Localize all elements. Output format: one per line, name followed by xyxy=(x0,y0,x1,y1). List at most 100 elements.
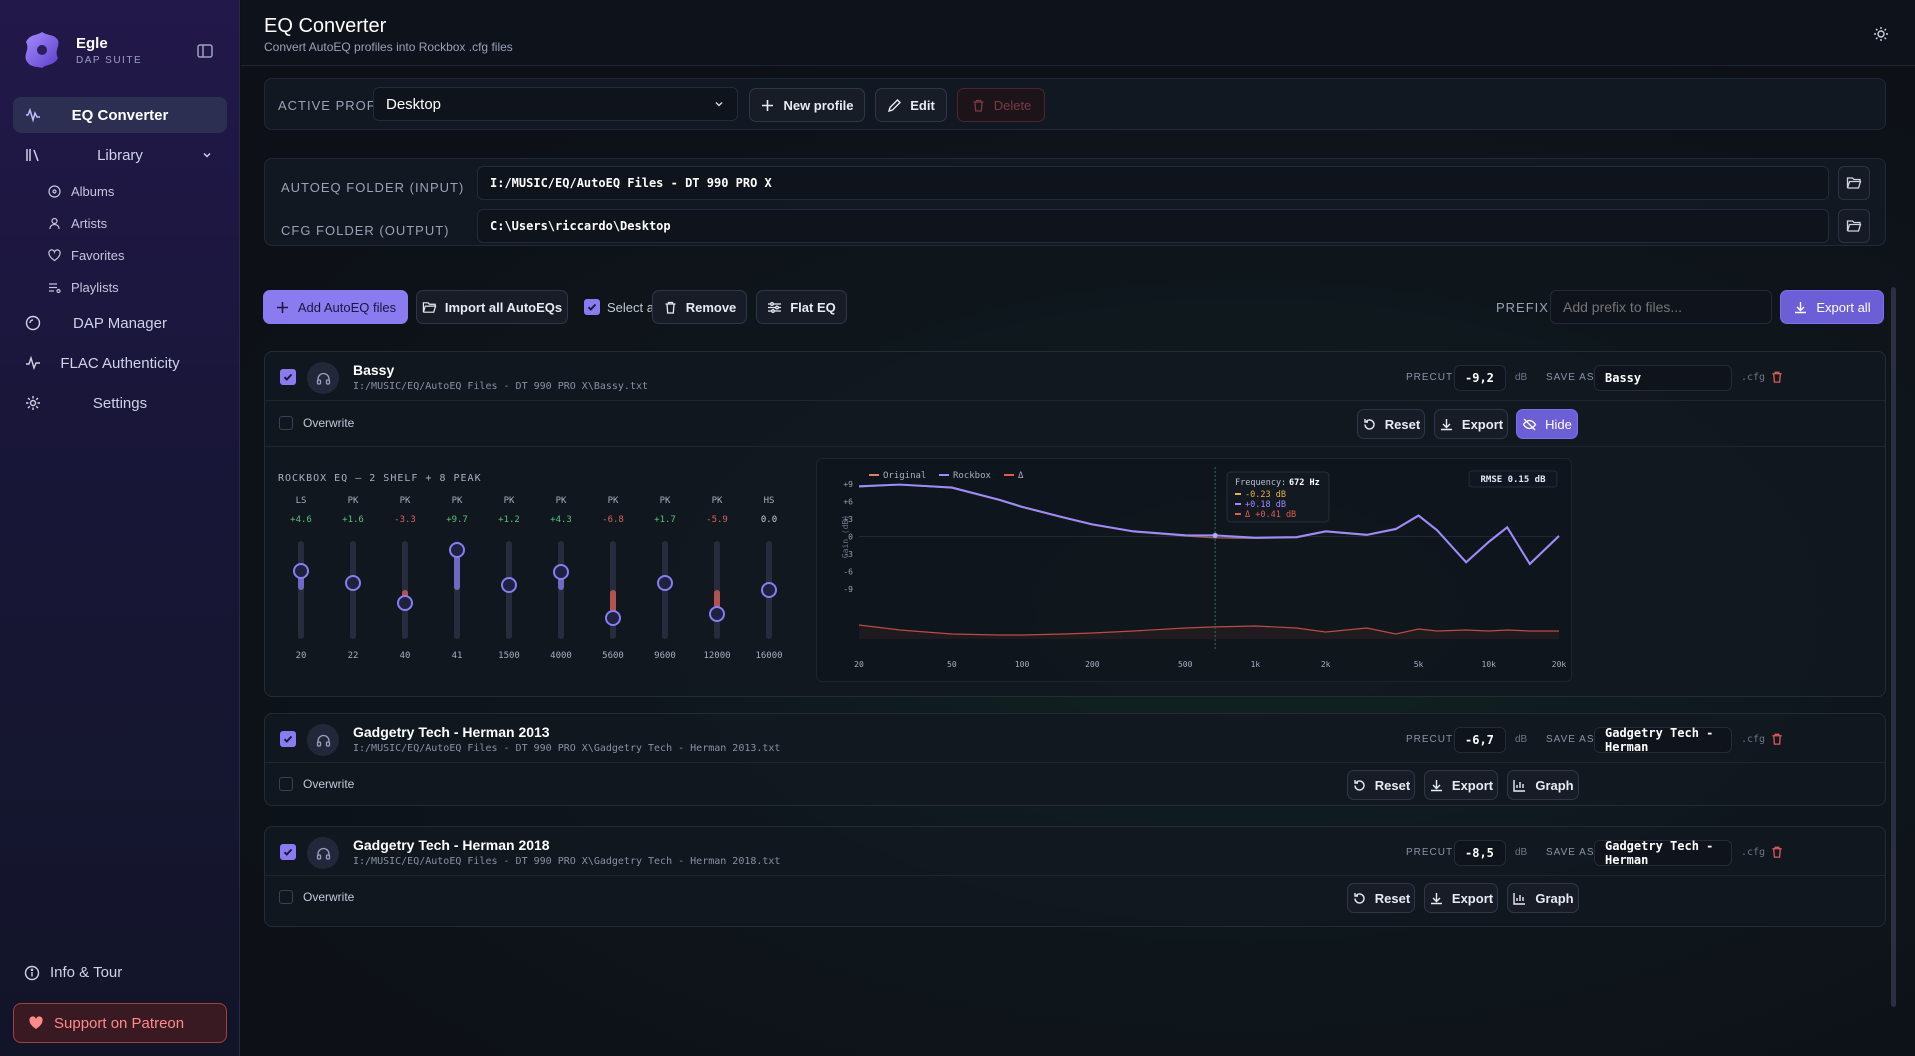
band-frequency: 1500 xyxy=(498,651,520,661)
save-as-field[interactable]: Gadgetry Tech - Herman xyxy=(1594,839,1732,867)
band-slider[interactable] xyxy=(761,541,777,639)
frequency-response-graph[interactable]: +9 +6 +3 0 -3 -6 -9 Gain (dB) 20 50 100 200 500 1k 2k 5… xyxy=(816,458,1572,682)
nav-albums[interactable]: Albums xyxy=(48,179,114,203)
band-knob[interactable] xyxy=(709,606,725,623)
patreon-button[interactable]: Support on Patreon xyxy=(13,1003,227,1043)
nav-settings[interactable]: Settings xyxy=(13,385,227,421)
select-all-checkbox[interactable] xyxy=(584,299,600,315)
theme-toggle-sun-icon[interactable] xyxy=(1873,26,1889,42)
tooltip-frequency: 672 Hz xyxy=(1289,478,1320,488)
browse-input-button[interactable] xyxy=(1838,166,1870,200)
scrollbar-thumb[interactable] xyxy=(1891,287,1896,1007)
band-gain: +1.2 xyxy=(498,515,520,525)
band-slider[interactable] xyxy=(501,541,517,639)
band-knob[interactable] xyxy=(657,575,673,592)
input-folder-field[interactable]: I:/MUSIC/EQ/AutoEQ Files - DT 990 PRO X xyxy=(477,166,1829,200)
graph-button[interactable]: Graph xyxy=(1507,770,1579,800)
band-knob[interactable] xyxy=(345,575,361,592)
band-knob[interactable] xyxy=(293,563,309,580)
reset-button[interactable]: Reset xyxy=(1357,409,1425,439)
band-slider[interactable] xyxy=(709,541,725,639)
edit-profile-button[interactable]: Edit xyxy=(875,88,947,122)
band-slider[interactable] xyxy=(345,541,361,639)
bar-chart-icon xyxy=(1513,892,1526,905)
overwrite-checkbox[interactable] xyxy=(279,777,293,791)
nav-eq-converter[interactable]: EQ Converter xyxy=(13,97,227,133)
overwrite-toggle[interactable]: Overwrite xyxy=(279,416,354,430)
new-profile-button[interactable]: New profile xyxy=(749,88,865,122)
hide-graph-button[interactable]: Hide xyxy=(1516,409,1578,439)
band-knob[interactable] xyxy=(605,609,621,626)
band-gain: -6.8 xyxy=(602,515,624,525)
export-button[interactable]: Export xyxy=(1424,883,1498,913)
delete-profile-button[interactable]: Delete xyxy=(957,88,1045,122)
nav-artists[interactable]: Artists xyxy=(48,211,107,235)
band-knob[interactable] xyxy=(449,542,465,559)
trash-icon[interactable] xyxy=(1770,845,1784,859)
tooltip-value: -0.23 dB xyxy=(1245,490,1286,500)
band-type: PK xyxy=(503,496,515,506)
remove-button[interactable]: Remove xyxy=(652,290,747,324)
flat-eq-button[interactable]: Flat EQ xyxy=(756,290,847,324)
band-knob[interactable] xyxy=(501,577,517,594)
band-slider[interactable] xyxy=(397,541,413,639)
nav-label: Settings xyxy=(92,394,148,412)
band-slider[interactable] xyxy=(553,541,569,639)
band-slider[interactable] xyxy=(605,541,621,639)
overwrite-checkbox[interactable] xyxy=(279,890,293,904)
export-all-button[interactable]: Export all xyxy=(1780,290,1884,324)
save-as-field[interactable]: Gadgetry Tech - Herman xyxy=(1594,726,1732,754)
graph-button[interactable]: Graph xyxy=(1507,883,1579,913)
legend-label: Original xyxy=(883,471,926,481)
add-autoeq-button[interactable]: Add AutoEQ files xyxy=(263,290,408,324)
nav-dap-manager[interactable]: DAP Manager xyxy=(13,305,227,341)
band-knob[interactable] xyxy=(761,582,777,598)
trash-icon[interactable] xyxy=(1770,732,1784,746)
sidebar-collapse-icon[interactable] xyxy=(196,42,214,60)
band-slider[interactable] xyxy=(449,541,465,639)
divider xyxy=(265,762,1885,763)
import-all-button[interactable]: Import all AutoEQs xyxy=(416,290,568,324)
precut-field[interactable]: -8,5 xyxy=(1454,840,1506,866)
disc-icon xyxy=(25,315,41,331)
info-tour-link[interactable]: Info & Tour xyxy=(24,964,122,981)
band-type: PK xyxy=(659,496,671,506)
nav-label: EQ Converter xyxy=(71,106,169,124)
eq-section-title: ROCKBOX EQ — 2 SHELF + 8 PEAK xyxy=(278,473,482,484)
nav-flac-authenticity[interactable]: FLAC Authenticity xyxy=(13,345,227,381)
band-knob[interactable] xyxy=(553,564,569,581)
reset-button[interactable]: Reset xyxy=(1347,883,1415,913)
band-slider[interactable] xyxy=(293,541,309,639)
overwrite-toggle[interactable]: Overwrite xyxy=(279,777,354,791)
precut-field[interactable]: -6,7 xyxy=(1454,727,1506,753)
folder-open-icon xyxy=(1846,220,1862,232)
user-icon xyxy=(49,217,60,229)
prefix-input[interactable] xyxy=(1550,290,1772,324)
add-autoeq-label: Add AutoEQ files xyxy=(297,299,397,315)
file-select-checkbox[interactable] xyxy=(280,369,296,385)
overwrite-checkbox[interactable] xyxy=(279,416,293,430)
info-tour-label: Info & Tour xyxy=(50,964,123,981)
overwrite-toggle[interactable]: Overwrite xyxy=(279,890,354,904)
export-button[interactable]: Export xyxy=(1434,409,1508,439)
nav-playlists[interactable]: Playlists xyxy=(48,275,119,299)
band-knob[interactable] xyxy=(397,595,413,612)
check-icon xyxy=(283,373,293,381)
band-slider[interactable] xyxy=(657,541,673,639)
output-folder-field[interactable]: C:\Users\riccardo\Desktop xyxy=(477,209,1829,243)
browse-output-button[interactable] xyxy=(1838,209,1870,243)
divider xyxy=(265,446,1885,447)
profile-select[interactable]: Desktop xyxy=(373,87,738,121)
file-select-checkbox[interactable] xyxy=(280,731,296,747)
precut-field[interactable]: -9,2 xyxy=(1454,365,1506,391)
reset-button[interactable]: Reset xyxy=(1347,770,1415,800)
save-as-field[interactable]: Bassy xyxy=(1594,365,1732,391)
nav-library[interactable]: Library xyxy=(13,137,227,173)
nav-label: DAP Manager xyxy=(73,314,167,332)
tooltip-value: +0.18 dB xyxy=(1245,500,1286,510)
trash-icon[interactable] xyxy=(1770,370,1784,384)
export-button[interactable]: Export xyxy=(1424,770,1498,800)
nav-favorites[interactable]: Favorites xyxy=(48,243,124,267)
band-type: LS xyxy=(295,496,307,506)
file-select-checkbox[interactable] xyxy=(280,844,296,860)
